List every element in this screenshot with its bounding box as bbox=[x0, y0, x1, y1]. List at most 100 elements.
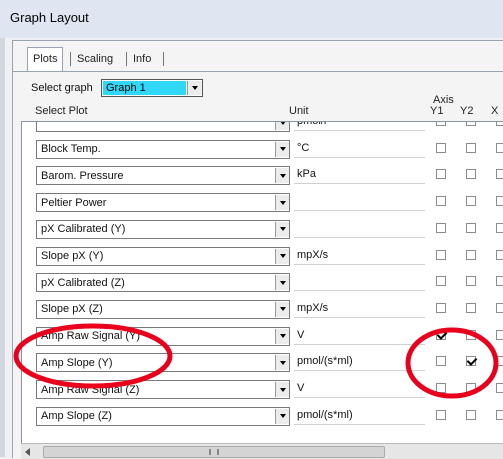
unit-field[interactable]: pmol/(s*ml) bbox=[294, 407, 425, 425]
plot-select-value: Amp Raw Signal (Z) bbox=[41, 383, 140, 396]
dropdown-button[interactable] bbox=[275, 195, 289, 211]
chevron-down-icon bbox=[279, 334, 286, 339]
plot-select-value: Slope pX (Z) bbox=[41, 303, 103, 316]
unit-field[interactable]: V bbox=[294, 327, 425, 345]
dropdown-button[interactable] bbox=[275, 141, 289, 157]
x-checkbox[interactable] bbox=[496, 356, 503, 367]
chevron-down-icon bbox=[279, 200, 286, 205]
dropdown-button[interactable] bbox=[275, 248, 289, 264]
unit-field[interactable]: mpX/s bbox=[294, 300, 425, 318]
y2-checkbox[interactable] bbox=[466, 329, 476, 340]
dropdown-button[interactable] bbox=[275, 122, 289, 130]
y2-checkbox[interactable] bbox=[466, 356, 476, 367]
select-graph-label: Select graph bbox=[31, 82, 93, 94]
plot-select-value: Barom. Pressure bbox=[41, 169, 124, 182]
y1-checkbox[interactable] bbox=[436, 142, 446, 153]
x-checkbox[interactable] bbox=[496, 302, 503, 313]
dropdown-button[interactable] bbox=[275, 275, 289, 291]
y2-checkbox[interactable] bbox=[466, 249, 476, 260]
y2-checkbox[interactable] bbox=[466, 383, 476, 393]
plot-select[interactable]: Amp Slope (Z) bbox=[36, 406, 290, 426]
plot-row: Amp Raw Signal (Z) V bbox=[22, 376, 503, 402]
unit-field[interactable]: pmol/l bbox=[294, 122, 425, 131]
scrollbar-thumb[interactable] bbox=[43, 446, 385, 458]
x-checkbox[interactable] bbox=[496, 142, 503, 153]
plot-select[interactable]: Amp Raw Signal (Z) bbox=[36, 380, 290, 399]
dropdown-button[interactable] bbox=[275, 301, 289, 317]
y1-checkbox[interactable] bbox=[436, 409, 446, 420]
tab-info[interactable]: Info bbox=[133, 49, 151, 69]
plot-list: pmol/l Block Temp. °C Barom. Pressure kPa Pel… bbox=[21, 121, 503, 445]
chevron-down-icon bbox=[279, 254, 286, 258]
unit-field[interactable]: mpX/s bbox=[294, 247, 425, 265]
x-checkbox[interactable] bbox=[496, 329, 503, 340]
plot-select[interactable] bbox=[36, 122, 290, 132]
y1-checkbox[interactable] bbox=[436, 276, 446, 287]
dropdown-button[interactable] bbox=[275, 328, 289, 344]
dropdown-button[interactable] bbox=[275, 355, 289, 371]
x-checkbox[interactable] bbox=[496, 276, 503, 287]
plot-select[interactable]: Amp Raw Signal (Y) bbox=[36, 326, 290, 346]
y1-checkbox[interactable] bbox=[436, 356, 446, 367]
y2-checkbox[interactable] bbox=[466, 142, 476, 153]
chevron-down-icon bbox=[279, 360, 286, 365]
unit-field[interactable]: °C bbox=[294, 140, 425, 158]
unit-field[interactable] bbox=[294, 220, 425, 238]
x-checkbox[interactable] bbox=[496, 169, 503, 180]
plot-row: pX Calibrated (Y) bbox=[22, 216, 503, 242]
plot-select[interactable]: Slope pX (Y) bbox=[36, 246, 290, 266]
plot-select[interactable]: Amp Slope (Y) bbox=[36, 353, 290, 373]
y1-checkbox[interactable] bbox=[436, 302, 446, 313]
y2-checkbox[interactable] bbox=[466, 122, 476, 126]
y1-checkbox[interactable] bbox=[436, 222, 446, 233]
graph-select-value: Graph 1 bbox=[103, 81, 186, 95]
x-checkbox[interactable] bbox=[496, 222, 503, 233]
y2-checkbox[interactable] bbox=[466, 276, 476, 287]
plot-select[interactable]: Block Temp. bbox=[36, 139, 290, 159]
unit-field[interactable]: V bbox=[294, 380, 425, 398]
y2-checkbox[interactable] bbox=[466, 169, 476, 180]
x-checkbox[interactable] bbox=[496, 409, 503, 420]
dropdown-button[interactable] bbox=[187, 81, 202, 95]
chevron-down-icon bbox=[279, 147, 286, 152]
plot-select[interactable]: pX Calibrated (Z) bbox=[36, 273, 290, 293]
y1-checkbox[interactable] bbox=[436, 169, 446, 180]
x-checkbox[interactable] bbox=[496, 122, 503, 126]
unit-field[interactable] bbox=[294, 193, 425, 212]
tab-plots[interactable]: Plots bbox=[27, 47, 64, 72]
dropdown-button[interactable] bbox=[275, 168, 289, 184]
plot-row: Slope pX (Y) mpX/s bbox=[22, 243, 503, 269]
unit-field[interactable] bbox=[294, 273, 425, 292]
y2-checkbox[interactable] bbox=[466, 196, 476, 207]
plot-row: Amp Slope (Y) pmol/(s*ml) bbox=[22, 349, 503, 375]
y1-checkbox[interactable] bbox=[436, 122, 446, 126]
dropdown-button[interactable] bbox=[275, 408, 289, 424]
plot-row: pX Calibrated (Z) bbox=[22, 269, 503, 295]
x-checkbox[interactable] bbox=[496, 196, 503, 207]
plot-select-value: pX Calibrated (Y) bbox=[41, 223, 126, 236]
y2-checkbox[interactable] bbox=[466, 222, 476, 233]
x-checkbox[interactable] bbox=[496, 249, 503, 260]
plot-row: Barom. Pressure kPa bbox=[22, 162, 503, 188]
plot-select[interactable]: Peltier Power bbox=[36, 193, 290, 213]
plot-row: Peltier Power bbox=[22, 189, 503, 215]
dropdown-button[interactable] bbox=[275, 382, 289, 397]
dropdown-button[interactable] bbox=[275, 221, 289, 237]
y2-checkbox[interactable] bbox=[466, 302, 476, 313]
plot-select[interactable]: Slope pX (Z) bbox=[36, 299, 290, 319]
graph-select-dropdown[interactable]: Graph 1 bbox=[101, 79, 203, 97]
y1-checkbox[interactable] bbox=[436, 329, 446, 340]
unit-field[interactable]: kPa bbox=[294, 166, 425, 185]
y1-header: Y1 bbox=[430, 105, 444, 117]
plot-select[interactable]: pX Calibrated (Y) bbox=[36, 219, 290, 239]
plot-select[interactable]: Barom. Pressure bbox=[36, 166, 290, 186]
y1-checkbox[interactable] bbox=[436, 196, 446, 207]
y1-checkbox[interactable] bbox=[436, 383, 446, 393]
tab-scaling[interactable]: Scaling bbox=[77, 49, 113, 69]
window-edge bbox=[0, 38, 5, 457]
y1-checkbox[interactable] bbox=[436, 249, 446, 260]
y2-checkbox[interactable] bbox=[466, 409, 476, 420]
x-checkbox[interactable] bbox=[496, 383, 503, 393]
scroll-left-icon[interactable] bbox=[25, 448, 30, 456]
unit-field[interactable]: pmol/(s*ml) bbox=[294, 353, 425, 372]
